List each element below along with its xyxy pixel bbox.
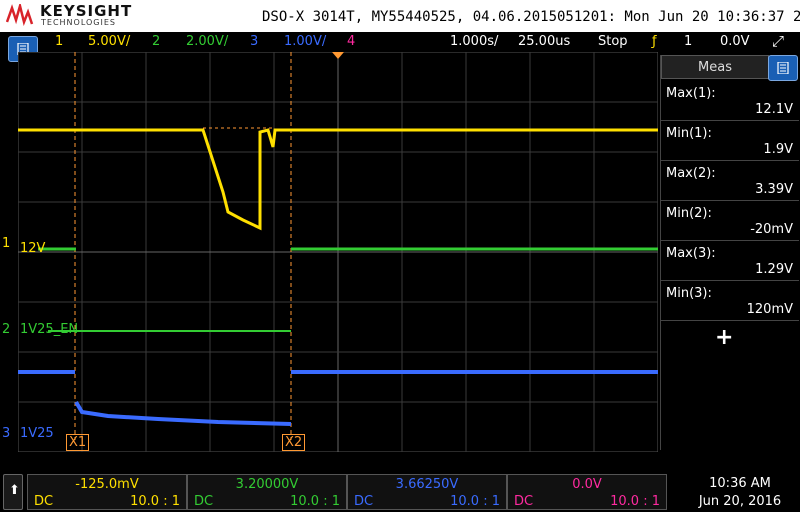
ch1-status-box[interactable]: -125.0mV DC 10.0 : 1	[27, 474, 187, 510]
ch1-offset: -125.0mV	[75, 477, 139, 492]
measurement-name: Max(3):	[666, 246, 716, 261]
measurement-row: Min(1): 1.9V	[661, 120, 799, 161]
measurement-menu-button[interactable]	[768, 55, 798, 81]
run-state[interactable]: Stop	[598, 34, 628, 49]
ch3-scale[interactable]: 1.00V/	[284, 34, 326, 49]
measurement-value: 12.1V	[755, 102, 793, 117]
ch1-probe: 10.0 : 1	[130, 494, 180, 509]
ch2-coupling: DC	[194, 494, 214, 509]
ch1-ground-marker[interactable]: 1	[2, 236, 10, 251]
ch4-coupling: DC	[514, 494, 534, 509]
measurement-row: Max(1): 12.1V	[661, 80, 799, 121]
ch4-number[interactable]: 4	[347, 34, 355, 49]
title-bar: KEYSIGHT TECHNOLOGIES DSO-X 3014T, MY554…	[0, 0, 800, 32]
measurement-row: Min(3): 120mV	[661, 280, 799, 321]
ch2-label: 1V25_EN	[20, 322, 79, 337]
delay[interactable]: 25.00us	[518, 34, 570, 49]
ch2-probe: 10.0 : 1	[290, 494, 340, 509]
trigger-source[interactable]: 1	[684, 34, 692, 49]
ch3-label: 1V25	[20, 426, 54, 441]
instrument-title: DSO-X 3014T, MY55440525, 04.06.201505120…	[262, 9, 800, 25]
measurement-row: Min(2): -20mV	[661, 200, 799, 241]
measurements-title[interactable]: Meas	[661, 55, 769, 79]
ch2-offset: 3.20000V	[235, 477, 299, 492]
settings-bar: 1 5.00V/ 2 2.00V/ 3 1.00V/ 4 1.000s/ 25.…	[0, 32, 800, 52]
ch3-status-box[interactable]: 3.66250V DC 10.0 : 1	[347, 474, 507, 510]
cursor-x1-label[interactable]: X1	[66, 434, 90, 451]
ch1-scale[interactable]: 5.00V/	[88, 34, 130, 49]
ch1-label: 12V	[20, 241, 46, 256]
ch1-coupling: DC	[34, 494, 54, 509]
ch2-scale[interactable]: 2.00V/	[186, 34, 228, 49]
measurement-value: 3.39V	[755, 182, 793, 197]
scroll-up-icon: ⬆	[9, 483, 20, 498]
measurement-name: Min(2):	[666, 206, 712, 221]
trigger-icon: ƒ	[652, 34, 657, 49]
measurement-name: Max(1):	[666, 86, 716, 101]
measure-icon	[777, 62, 789, 74]
ch2-ground-marker[interactable]: 2	[2, 322, 10, 337]
measurement-value: -20mV	[750, 222, 793, 237]
cursor-x2-label[interactable]: X2	[282, 434, 306, 451]
keysight-logo-icon	[6, 4, 34, 26]
trigger-level[interactable]: 0.0V	[720, 34, 750, 49]
ch4-status-box[interactable]: 0.0V DC 10.0 : 1	[507, 474, 667, 510]
add-measurement-button[interactable]: +	[715, 325, 733, 350]
measurement-value: 1.29V	[755, 262, 793, 277]
ch3-coupling: DC	[354, 494, 374, 509]
measurement-name: Max(2):	[666, 166, 716, 181]
measurement-value: 120mV	[746, 302, 793, 317]
measurement-value: 1.9V	[763, 142, 793, 157]
clock-date: Jun 20, 2016	[698, 494, 782, 509]
timebase[interactable]: 1.000s/	[450, 34, 498, 49]
measurement-row: Max(2): 3.39V	[661, 160, 799, 201]
scroll-up-button[interactable]: ⬆	[3, 474, 23, 510]
ch2-status-box[interactable]: 3.20000V DC 10.0 : 1	[187, 474, 347, 510]
ch3-offset: 3.66250V	[395, 477, 459, 492]
ch3-ground-marker[interactable]: 3	[2, 426, 10, 441]
measurement-name: Min(3):	[666, 286, 712, 301]
ch3-probe: 10.0 : 1	[450, 494, 500, 509]
ch3-number[interactable]: 3	[250, 34, 258, 49]
measurements-panel: Meas Max(1): 12.1V Min(1): 1.9V Max(2): …	[660, 55, 800, 450]
ch4-offset: 0.0V	[572, 477, 602, 492]
brand-subtitle: TECHNOLOGIES	[41, 18, 116, 27]
ch4-probe: 10.0 : 1	[610, 494, 660, 509]
measurement-name: Min(1):	[666, 126, 712, 141]
ch2-number[interactable]: 2	[152, 34, 160, 49]
clock-time: 10:36 AM	[709, 476, 771, 491]
measurement-row: Max(3): 1.29V	[661, 240, 799, 281]
ch1-number[interactable]: 1	[55, 34, 63, 49]
waveform-display[interactable]	[18, 52, 658, 452]
expand-icon[interactable]: ⤢	[772, 32, 784, 50]
